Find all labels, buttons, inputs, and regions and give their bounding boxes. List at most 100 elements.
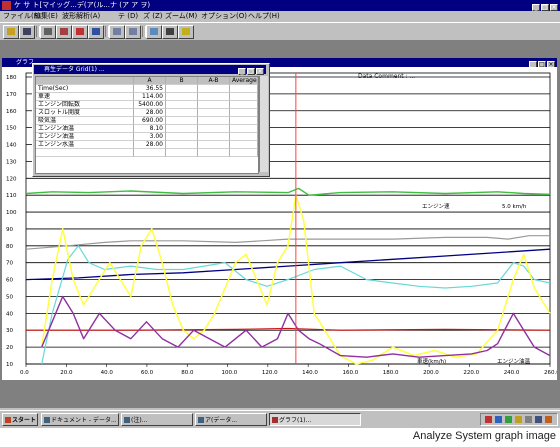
grid-cell-average[interactable] (230, 93, 258, 101)
grid-cell-b[interactable] (166, 101, 198, 109)
grid-cell-b[interactable] (166, 141, 198, 149)
redo-icon (129, 28, 137, 35)
maximize-icon[interactable]: □ (247, 68, 255, 75)
data-grid-title-bar: 再生データ Grid(1) ... _ □ × (34, 65, 266, 75)
grid-row-label[interactable]: エンジン油温 (36, 125, 134, 133)
grid-cell-average[interactable] (230, 117, 258, 125)
redo-button[interactable] (125, 25, 141, 39)
taskbar-item-label: (注)... (131, 417, 148, 424)
grid-cell-b[interactable] (166, 93, 198, 101)
grid-empty-cell[interactable] (166, 149, 198, 157)
tray-icon[interactable] (485, 416, 492, 423)
speaker-icon[interactable] (525, 416, 532, 423)
maximize-icon[interactable]: □ (541, 4, 549, 11)
start-button[interactable]: スタート (2, 413, 38, 426)
help-button[interactable] (178, 25, 194, 39)
grid-cell-a[interactable]: 28.00 (134, 141, 166, 149)
grid-empty-cell[interactable] (198, 149, 230, 157)
save-button[interactable] (19, 25, 35, 39)
grid-header-cell[interactable]: A-B (198, 77, 230, 85)
taskbar-item[interactable]: ドキュメント - データ... (41, 413, 119, 426)
menu-zoom[interactable]: ズ (Z) (143, 11, 162, 22)
grid-cell-b[interactable] (166, 109, 198, 117)
printer-icon (44, 28, 52, 35)
data-grid-scrollbar[interactable] (259, 76, 268, 172)
grid-cell-b[interactable] (166, 133, 198, 141)
grid-empty-cell[interactable] (134, 149, 166, 157)
print-button[interactable] (40, 25, 56, 39)
grid-row-label[interactable]: 吸気温 (36, 117, 134, 125)
minimize-icon[interactable]: _ (238, 68, 246, 75)
grid-cell-average[interactable] (230, 101, 258, 109)
grid-cell-a[interactable]: 690.00 (134, 117, 166, 125)
grid-cell-average[interactable] (230, 133, 258, 141)
y-tick-label: 30 (6, 328, 13, 334)
open-button[interactable] (3, 25, 19, 39)
grid-cell-ab[interactable] (198, 101, 230, 109)
grid-row-label[interactable]: 車速 (36, 93, 134, 101)
grid-cell-ab[interactable] (198, 85, 230, 93)
menu-edit[interactable]: 編集(E) (34, 11, 58, 22)
grid-cell-average[interactable] (230, 109, 258, 117)
grid-header-cell[interactable]: A (134, 77, 166, 85)
grid-cell-ab[interactable] (198, 141, 230, 149)
grid-cell-ab[interactable] (198, 93, 230, 101)
taskbar-item[interactable]: (注)... (121, 413, 193, 426)
grid-row-label[interactable]: スロットル開度 (36, 109, 134, 117)
menu-analysis[interactable]: 波形解析(A) (62, 11, 100, 22)
data-grid-table[interactable]: A B A-B Average Time(Sec) 36.55 車速 114.00 エンジン回転… (35, 76, 259, 174)
grid-cell-a[interactable]: 28.00 (134, 109, 166, 117)
print-preview-button[interactable] (56, 25, 72, 39)
zoom-button[interactable] (146, 25, 162, 39)
undo-button[interactable] (109, 25, 125, 39)
report-icon (76, 28, 84, 35)
minimize-icon[interactable]: _ (532, 4, 540, 11)
grid-empty-cell[interactable] (36, 149, 134, 157)
grid-cell-a[interactable]: 5400.00 (134, 101, 166, 109)
graph-button[interactable] (88, 25, 104, 39)
taskbar-item[interactable]: ア(データ... (195, 413, 267, 426)
grid-cell-ab[interactable] (198, 125, 230, 133)
grid-cell-average[interactable] (230, 125, 258, 133)
tray-icon[interactable] (495, 416, 502, 423)
grid-row-label[interactable]: Time(Sec) (36, 85, 134, 93)
menu-options[interactable]: オプション(O) (201, 11, 247, 22)
grid-cell-b[interactable] (166, 117, 198, 125)
grid-row-label[interactable]: エンジン油温 (36, 133, 134, 141)
close-icon[interactable]: × (256, 68, 264, 75)
grid-cell-ab[interactable] (198, 109, 230, 117)
cursor-button[interactable] (162, 25, 178, 39)
grid-cell-ab[interactable] (198, 117, 230, 125)
grid-header-cell[interactable]: Average (230, 77, 258, 85)
menu-help[interactable]: ヘルプ(H) (248, 11, 280, 22)
menu-zoom-mode[interactable]: ズーム(M) (165, 11, 197, 22)
tray-icon[interactable] (515, 416, 522, 423)
x-tick-label: 20.0 (60, 370, 73, 376)
grid-row-label[interactable]: エンジン水温 (36, 141, 134, 149)
y-tick-label: 140 (6, 143, 17, 149)
tray-icon[interactable] (545, 416, 552, 423)
grid-header-cell[interactable]: B (166, 77, 198, 85)
grid-cell-a[interactable]: 36.55 (134, 85, 166, 93)
grid-cell-a[interactable]: 114.00 (134, 93, 166, 101)
tray-icon[interactable] (505, 416, 512, 423)
grid-empty-cell[interactable] (230, 149, 258, 157)
grid-cell-average[interactable] (230, 85, 258, 93)
grid-cell-average[interactable] (230, 141, 258, 149)
annotation-engine-label: エンジン速 (422, 203, 450, 210)
grid-cell-b[interactable] (166, 85, 198, 93)
tray-icon[interactable] (535, 416, 542, 423)
close-icon[interactable]: × (550, 4, 558, 11)
data-grid-window[interactable]: 再生データ Grid(1) ... _ □ × A B A-B Average Time(S… (32, 63, 270, 177)
taskbar-item-label: ドキュメント - データ... (51, 417, 117, 424)
taskbar-item-active[interactable]: グラフ(1)... (269, 413, 361, 426)
grid-cell-ab[interactable] (198, 133, 230, 141)
grid-header-cell[interactable] (36, 77, 134, 85)
menu-data[interactable]: テ (D) (118, 11, 138, 22)
grid-row-label[interactable]: エンジン回転数 (36, 101, 134, 109)
report-button[interactable] (72, 25, 88, 39)
grid-cell-b[interactable] (166, 125, 198, 133)
grid-cell-a[interactable]: 8.10 (134, 125, 166, 133)
y-tick-label: 40 (6, 311, 13, 317)
grid-cell-a[interactable]: 3.00 (134, 133, 166, 141)
